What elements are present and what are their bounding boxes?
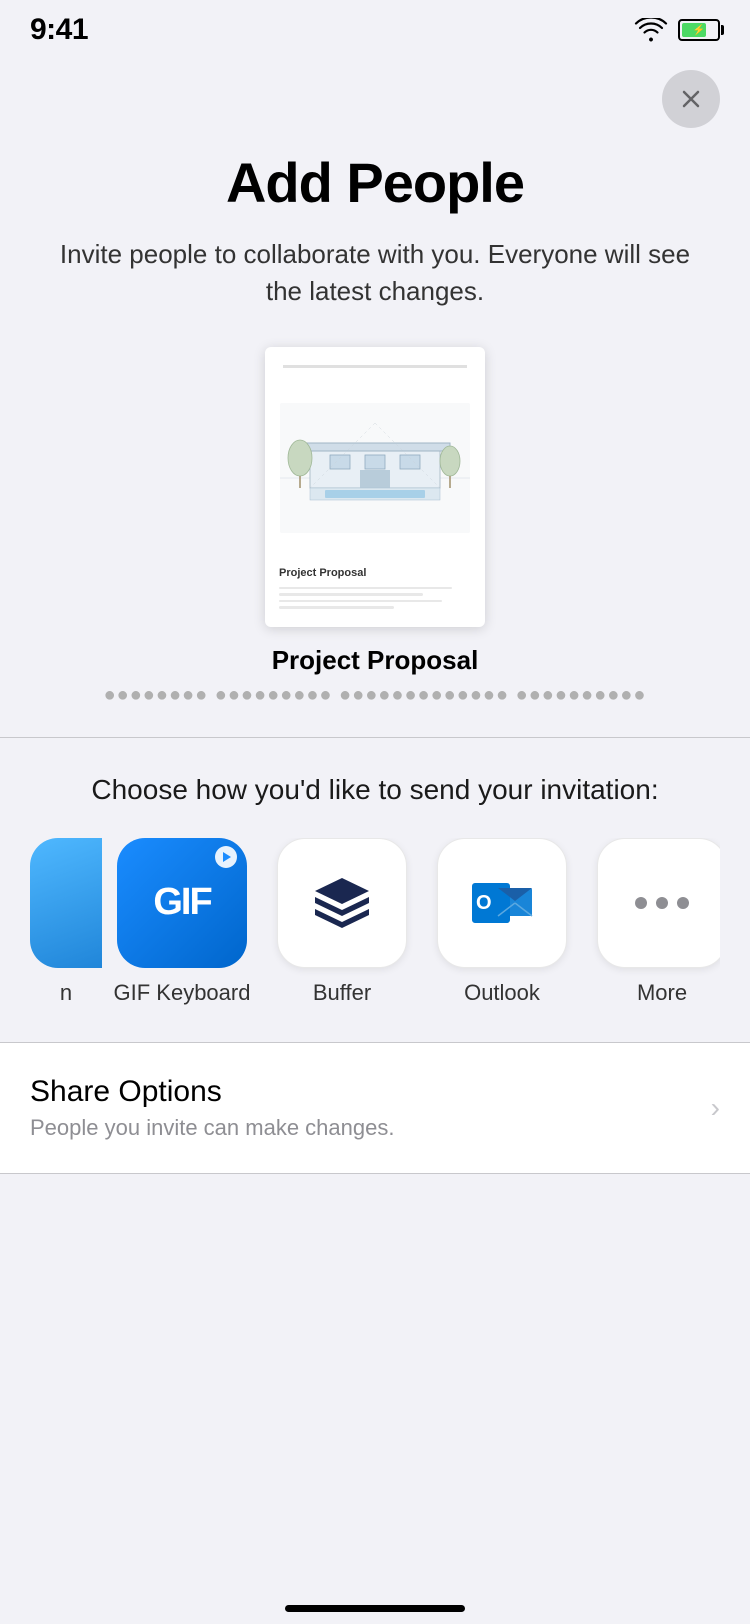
svg-text:O: O xyxy=(476,892,492,914)
buffer-icon-img xyxy=(277,838,407,968)
more-label: More xyxy=(637,980,687,1006)
gif-keyboard-label: GIF Keyboard xyxy=(114,980,251,1006)
doc-line xyxy=(279,606,394,609)
share-options-subtitle: People you invite can make changes. xyxy=(30,1115,711,1141)
wifi-icon xyxy=(634,18,668,42)
document-preview: Project Proposal Project Proposal ●●●●●●… xyxy=(0,347,750,707)
doc-lines xyxy=(265,583,485,627)
status-bar: 9:41 ⚡ xyxy=(0,0,750,54)
app-item-outlook[interactable]: O Outlook xyxy=(422,838,582,1006)
status-time: 9:41 xyxy=(30,13,88,47)
home-indicator xyxy=(0,1605,750,1612)
chevron-right-icon: › xyxy=(711,1092,720,1124)
gif-text: GIF xyxy=(153,881,210,924)
battery-icon: ⚡ xyxy=(678,19,720,41)
doc-header-line xyxy=(283,365,467,368)
gif-keyboard-icon: GIF xyxy=(117,838,247,968)
doc-line xyxy=(279,593,423,596)
document-url: ●●●●●●●● ●●●●●●●●● ●●●●●●●●●●●●● ●●●●●●●… xyxy=(104,684,647,707)
buffer-label: Buffer xyxy=(313,980,371,1006)
document-name: Project Proposal xyxy=(272,645,479,676)
share-options-row[interactable]: Share Options People you invite can make… xyxy=(0,1042,750,1174)
title-section: Add People Invite people to collaborate … xyxy=(0,128,750,311)
gif-play-button xyxy=(215,846,237,868)
document-thumbnail: Project Proposal xyxy=(265,347,485,627)
doc-line xyxy=(279,600,442,603)
app-item-buffer[interactable]: Buffer xyxy=(262,838,422,1006)
app-item-more[interactable]: More xyxy=(582,838,720,1006)
app-item-gif-keyboard[interactable]: GIF GIF Keyboard xyxy=(102,838,262,1006)
page-title: Add People xyxy=(50,152,700,214)
status-icons: ⚡ xyxy=(634,18,720,42)
outlook-icon-img: O xyxy=(437,838,567,968)
doc-sketch-area xyxy=(265,378,485,559)
home-bar xyxy=(285,1605,465,1612)
page-subtitle: Invite people to collaborate with you. E… xyxy=(50,236,700,311)
doc-title-area: Project Proposal xyxy=(265,559,485,583)
outlook-label: Outlook xyxy=(464,980,540,1006)
more-icon-img xyxy=(597,838,720,968)
share-section: Choose how you'd like to send your invit… xyxy=(0,738,750,1006)
doc-line xyxy=(279,587,452,590)
share-options-title: Share Options xyxy=(30,1075,711,1109)
share-options-text: Share Options People you invite can make… xyxy=(30,1075,711,1141)
close-button[interactable] xyxy=(662,70,720,128)
share-heading: Choose how you'd like to send your invit… xyxy=(30,774,720,806)
close-button-row xyxy=(0,54,750,128)
partial-app-label: n xyxy=(30,980,102,1006)
apps-row: n GIF GIF Keyboard Buffer xyxy=(30,838,720,1006)
doc-title-text: Project Proposal xyxy=(279,567,471,579)
app-item-partial[interactable]: n xyxy=(30,838,102,1006)
